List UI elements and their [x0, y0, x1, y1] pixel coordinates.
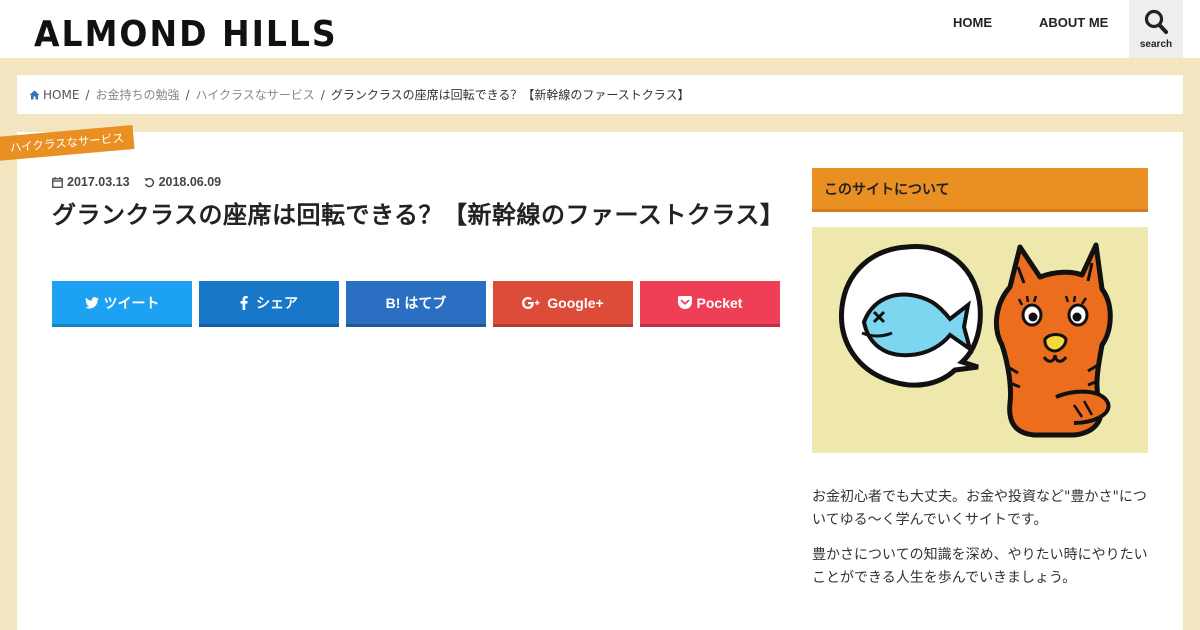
pin-icon: [0, 143, 1, 156]
article-title: グランクラスの座席は回転できる？【新幹線のファーストクラス】: [52, 201, 785, 229]
sidebar-heading: このサイトについて: [812, 168, 1148, 212]
updated-date: 2018.06.09: [158, 175, 222, 189]
breadcrumb-current: グランクラスの座席は回転できる？【新幹線のファーストクラス】: [330, 88, 690, 102]
search-button[interactable]: search: [1129, 0, 1183, 58]
category-text: ハイクラスなサービス: [9, 130, 125, 155]
hatena-share-label: はてブ: [404, 294, 447, 311]
twitter-share-button[interactable]: ツイート: [52, 281, 192, 327]
facebook-share-button[interactable]: シェア: [199, 281, 339, 327]
hatena-share-button[interactable]: B! はてブ: [346, 281, 486, 327]
google-plus-icon: [522, 296, 540, 309]
facebook-share-label: シェア: [256, 294, 298, 311]
site-logo[interactable]: ALMOND HILLS: [34, 12, 338, 54]
refresh-icon: [143, 177, 154, 187]
search-icon: [1144, 9, 1168, 34]
sidebar-description-2: 豊かさについての知識を深め、やりたい時にやりたいことができる人生を歩んでいきまし…: [812, 547, 1148, 586]
breadcrumb-separator: /: [185, 87, 190, 102]
calendar-icon: [52, 176, 63, 188]
breadcrumb: HOME / お金持ちの勉強 / ハイクラスなサービス / グランクラスの座席は…: [17, 75, 1183, 114]
pocket-share-label: Pocket: [696, 294, 743, 311]
home-icon: [29, 90, 40, 99]
twitter-share-label: ツイート: [103, 294, 160, 311]
facebook-icon: [240, 295, 248, 310]
published-date: 2017.03.13: [67, 175, 130, 189]
google-plus-share-label: Google+: [547, 294, 604, 311]
sidebar-description-1: お金初心者でも大丈夫。お金や投資など"豊かさ"についてゆる〜く学んでいくサイトで…: [812, 489, 1147, 528]
breadcrumb-money-study[interactable]: お金持ちの勉強: [95, 86, 179, 103]
nav-about-me[interactable]: ABOUT ME: [1039, 15, 1108, 30]
breadcrumb-high-class-service[interactable]: ハイクラスなサービス: [196, 86, 315, 103]
pocket-share-button[interactable]: Pocket: [640, 281, 780, 327]
pocket-icon: [677, 296, 692, 309]
sidebar-illustration: [812, 227, 1148, 453]
post-meta: 2017.03.13 2018.06.09: [52, 175, 221, 189]
nav-home[interactable]: HOME: [953, 15, 992, 30]
breadcrumb-separator: /: [320, 87, 325, 102]
site-header: ALMOND HILLS HOME ABOUT ME search: [0, 0, 1200, 58]
twitter-icon: [84, 296, 99, 309]
breadcrumb-separator: /: [85, 87, 90, 102]
breadcrumb-home[interactable]: HOME: [43, 88, 79, 102]
search-label: search: [1139, 39, 1173, 50]
hatena-icon: B!: [385, 294, 401, 311]
google-plus-share-button[interactable]: Google+: [493, 281, 633, 327]
